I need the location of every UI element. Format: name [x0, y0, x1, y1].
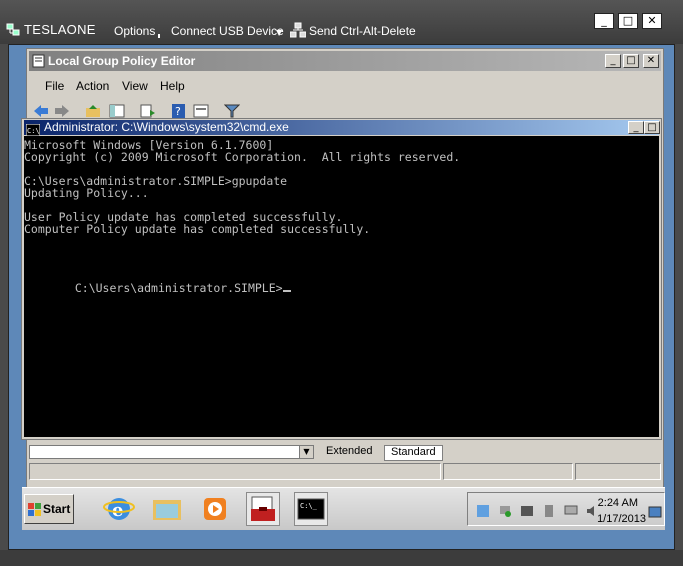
windows-logo-icon — [28, 503, 42, 517]
file-explorer-icon[interactable] — [150, 492, 184, 526]
cmd-console[interactable]: Microsoft Windows [Version 6.1.7600] Cop… — [24, 136, 659, 437]
console-line: Copyright (c) 2009 Microsoft Corporation… — [24, 150, 461, 164]
up-folder-icon[interactable] — [85, 103, 101, 117]
vm-menu-usb[interactable]: Connect USB Device — [171, 24, 284, 38]
text-cursor — [282, 290, 291, 292]
vm-titlebar: TESLAONE Options Connect USB Device ▼ Se… — [0, 0, 683, 44]
command-prompt-window: C:\ Administrator: C:\Windows\system32\c… — [21, 118, 662, 440]
forward-arrow-icon[interactable] — [54, 103, 70, 117]
vm-bottom-border — [0, 550, 683, 566]
console-line: Updating Policy... — [24, 186, 149, 200]
svg-text:?: ? — [175, 105, 181, 118]
system-tray: 2:24 AM 1/17/2013 — [467, 492, 665, 526]
gpe-app-icon — [32, 53, 46, 68]
svg-text:C:\_: C:\_ — [300, 502, 318, 510]
menu-help[interactable]: Help — [160, 79, 185, 93]
usb-icon — [158, 26, 168, 38]
vm-guest-screen[interactable]: Local Group Policy Editor _ □ ✕ File Act… — [8, 44, 675, 550]
tray-flag-icon[interactable] — [476, 503, 490, 517]
filter-icon[interactable] — [223, 103, 241, 118]
network-icon — [289, 22, 307, 38]
toolbox-icon[interactable] — [246, 492, 280, 526]
start-button[interactable]: Start — [24, 494, 74, 524]
chevron-down-icon[interactable]: ▼ — [276, 28, 282, 37]
gpe-minimize-button[interactable]: _ — [605, 54, 621, 68]
back-arrow-icon[interactable] — [33, 103, 49, 117]
tab-standard[interactable]: Standard — [384, 445, 443, 461]
tray-computer-icon[interactable] — [564, 503, 578, 517]
cmd-maximize-button[interactable]: □ — [644, 121, 660, 134]
properties-icon[interactable] — [193, 103, 209, 118]
vm-maximize-button[interactable]: □ — [618, 13, 638, 29]
tray-vmtools-icon[interactable] — [520, 503, 534, 517]
cmd-minimize-button[interactable]: _ — [628, 121, 644, 134]
console-line: Computer Policy update has completed suc… — [24, 222, 371, 236]
cmd-app-icon: C:\ — [25, 121, 41, 137]
export-list-icon[interactable] — [140, 103, 156, 118]
vm-menu-ctrl-alt-delete[interactable]: Send Ctrl-Alt-Delete — [309, 24, 416, 38]
tab-extended[interactable]: Extended — [320, 445, 378, 459]
console-prompt: C:\Users\administrator.SIMPLE> — [74, 281, 283, 295]
taskbar: Start e C:\_ 2:24 AM 1/17/2013 — [22, 487, 665, 530]
menu-file[interactable]: File — [45, 79, 64, 93]
gpe-dropdown[interactable]: ▼ — [29, 445, 314, 459]
menu-action[interactable]: Action — [76, 79, 109, 93]
command-prompt-task-icon[interactable]: C:\_ — [294, 492, 328, 526]
show-hide-tree-icon[interactable] — [109, 103, 125, 118]
cmd-title: Administrator: C:\Windows\system32\cmd.e… — [44, 120, 289, 134]
gpe-close-button[interactable]: ✕ — [643, 54, 659, 68]
vm-close-button[interactable]: ✕ — [642, 13, 662, 29]
clock-date[interactable]: 1/17/2013 — [597, 513, 646, 525]
media-player-icon[interactable] — [198, 492, 232, 526]
status-pane-1 — [29, 463, 441, 480]
cmd-titlebar[interactable]: C:\ Administrator: C:\Windows\system32\c… — [24, 120, 660, 137]
status-pane-2 — [443, 463, 573, 480]
gpe-title: Local Group Policy Editor — [48, 54, 196, 68]
vm-minimize-button[interactable]: _ — [594, 13, 614, 29]
internet-explorer-icon[interactable]: e — [102, 492, 136, 526]
gpe-titlebar[interactable]: Local Group Policy Editor _ □ ✕ — [29, 51, 661, 71]
console-prompt-line: C:\Users\administrator.SIMPLE> — [24, 258, 291, 315]
vm-title: TESLAONE — [24, 22, 96, 37]
chevron-down-icon[interactable]: ▼ — [299, 446, 313, 458]
start-label: Start — [43, 502, 71, 516]
clock-time[interactable]: 2:24 AM — [598, 497, 638, 509]
show-desktop-icon[interactable] — [648, 503, 662, 518]
vm-menu-options[interactable]: Options — [114, 24, 155, 38]
status-pane-3 — [575, 463, 661, 480]
menu-view[interactable]: View — [122, 79, 148, 93]
svg-text:C:\: C:\ — [27, 127, 40, 135]
gpe-maximize-button[interactable]: □ — [623, 54, 639, 68]
vm-logo-icon — [6, 22, 20, 36]
tray-network-icon[interactable] — [498, 503, 512, 517]
tray-device-icon[interactable] — [542, 503, 556, 517]
help-icon[interactable]: ? — [171, 103, 187, 118]
vm-viewer-window: TESLAONE Options Connect USB Device ▼ Se… — [0, 0, 683, 566]
